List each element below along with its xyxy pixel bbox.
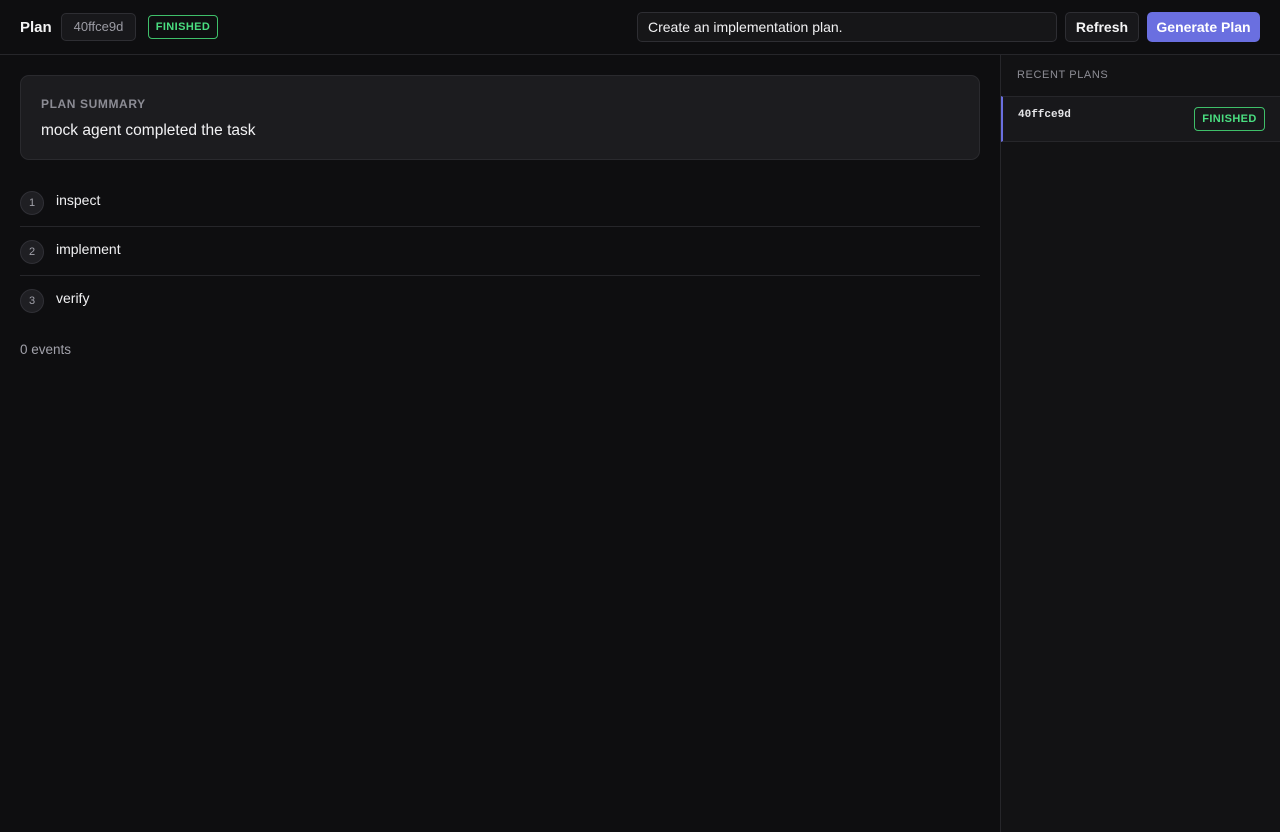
recent-plan-status-badge: FINISHED (1194, 107, 1265, 131)
plan-summary-card: PLAN SUMMARY mock agent completed the ta… (20, 75, 980, 160)
plan-summary-label: PLAN SUMMARY (41, 97, 146, 111)
refresh-button[interactable]: Refresh (1065, 12, 1139, 42)
step-number: 1 (20, 191, 44, 215)
step-item: 2 implement (20, 227, 980, 276)
step-number: 3 (20, 289, 44, 313)
step-item: 3 verify (20, 276, 980, 325)
sidebar-title: RECENT PLANS (1017, 69, 1109, 81)
generate-plan-button[interactable]: Generate Plan (1147, 12, 1260, 42)
step-label: inspect (56, 192, 101, 208)
step-number: 2 (20, 240, 44, 264)
events-count: 0 events (20, 342, 72, 357)
page-title: Plan (20, 19, 52, 36)
prompt-input[interactable] (637, 12, 1057, 42)
step-item: 1 inspect (20, 178, 980, 227)
recent-plan-item[interactable]: 40ffce9d FINISHED (1001, 96, 1280, 142)
main-content: PLAN SUMMARY mock agent completed the ta… (0, 55, 1000, 832)
step-label: implement (56, 241, 121, 257)
recent-plans-sidebar: RECENT PLANS 40ffce9d FINISHED (1000, 55, 1280, 832)
plan-id-chip: 40ffce9d (61, 13, 136, 41)
plan-summary-text: mock agent completed the task (41, 122, 256, 139)
step-label: verify (56, 290, 90, 306)
status-badge: FINISHED (148, 15, 218, 39)
top-bar: Plan 40ffce9d FINISHED Refresh Generate … (0, 0, 1280, 55)
step-list: 1 inspect 2 implement 3 verify (20, 178, 980, 325)
recent-plan-id: 40ffce9d (1018, 109, 1071, 121)
